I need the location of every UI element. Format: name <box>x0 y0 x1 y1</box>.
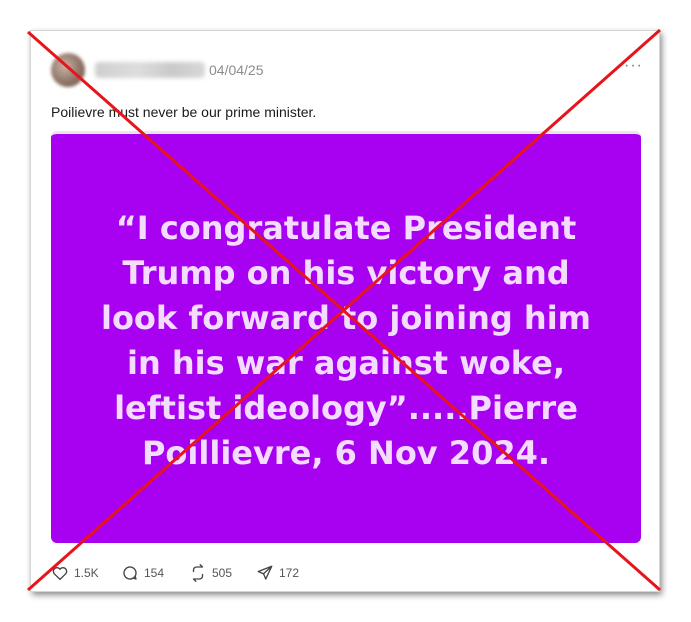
like-count: 1.5K <box>74 566 99 580</box>
post-date: 04/04/25 <box>209 62 264 78</box>
quote-line: “I congratulate President <box>115 209 577 247</box>
repost-count: 505 <box>212 566 233 580</box>
share-count: 172 <box>279 566 300 580</box>
username-blurred[interactable] <box>95 62 205 78</box>
post-text: Poilievre must never be our prime minist… <box>51 104 317 120</box>
quote-line: Poillievre, 6 Nov 2024. <box>141 434 551 472</box>
heart-icon <box>51 564 69 582</box>
reply-count: 154 <box>144 566 165 580</box>
post-card: 04/04/25 ··· Poilievre must never be our… <box>30 30 660 592</box>
more-options-icon[interactable]: ··· <box>624 57 643 75</box>
screenshot-stage: 04/04/25 ··· Poilievre must never be our… <box>0 0 691 622</box>
reply-button[interactable]: 154 <box>121 563 164 583</box>
repost-icon <box>189 564 207 582</box>
post-actions: 1.5K 154 505 172 <box>51 563 451 583</box>
send-icon <box>256 564 274 582</box>
post-image[interactable]: “I congratulate President Trump on his v… <box>51 131 641 543</box>
comment-icon <box>121 564 139 582</box>
share-button[interactable]: 172 <box>256 563 299 583</box>
quote-line: Trump on his victory and <box>122 254 570 292</box>
repost-button[interactable]: 505 <box>189 563 232 583</box>
quote-line: leftist ideology”.....Pierre <box>114 389 578 427</box>
post-header: 04/04/25 ··· <box>47 53 647 87</box>
avatar[interactable] <box>51 53 85 87</box>
like-button[interactable]: 1.5K <box>51 563 99 583</box>
quote-line: look forward to joining him <box>100 299 592 337</box>
image-quote-text: “I congratulate President Trump on his v… <box>51 206 641 476</box>
quote-line: in his war against woke, <box>126 344 566 382</box>
